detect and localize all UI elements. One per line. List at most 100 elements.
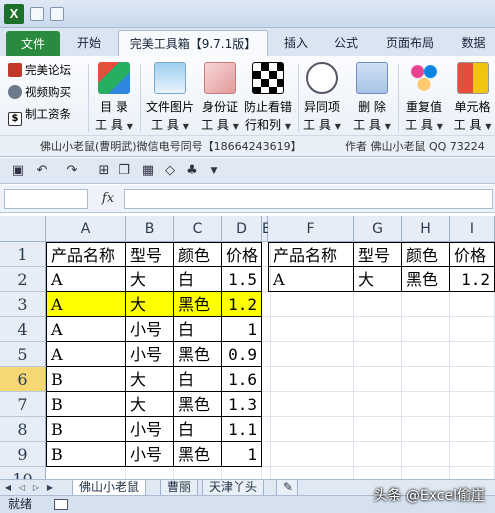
table-cell[interactable]: B [46,417,126,442]
grid-cell[interactable] [354,442,402,467]
table-cell[interactable]: 1 [222,317,262,342]
column-header-g[interactable]: G [354,216,402,242]
table-header-cell[interactable]: 产品名称 [46,242,126,267]
row-header-8[interactable]: 8 [0,417,46,442]
customize-qat-icon[interactable]: ▼ [206,163,222,179]
table-header-cell[interactable]: 颜色 [402,242,450,267]
row-header-1[interactable]: 1 [0,242,46,267]
table-cell[interactable]: 大 [126,292,174,317]
table-cell[interactable]: 1.3 [222,392,262,417]
worksheet-grid[interactable]: ABCDEFGHI12345678910产品名称型号颜色价格A大白1.5A大黑色… [0,216,495,492]
table-cell[interactable]: 白 [174,317,222,342]
row-column-guard-button[interactable]: 防止看错 行和列 ▼ [242,60,294,134]
select-all-corner[interactable] [0,216,46,242]
table-cell[interactable]: 大 [354,267,402,292]
table-header-cell[interactable]: 价格 [450,242,495,267]
forum-button[interactable]: 完美论坛 [8,60,71,80]
first-sheet-icon[interactable]: ◀ [2,482,14,494]
cell-tool-button[interactable]: 单元格 工 具 ▼ [450,60,495,134]
grid-cell[interactable] [268,292,354,317]
column-header-f[interactable]: F [268,216,354,242]
payslip-button[interactable]: $ 制工资条 [8,104,71,126]
table-cell[interactable]: B [46,392,126,417]
table-cell[interactable]: 1.1 [222,417,262,442]
table-header-cell[interactable]: 型号 [126,242,174,267]
insert-function-button[interactable]: fx [96,189,120,209]
row-header-9[interactable]: 9 [0,442,46,467]
eraser-icon[interactable]: ◇ [162,163,178,179]
grid-cell[interactable] [450,417,495,442]
grid-cell[interactable] [450,317,495,342]
grid-cell[interactable] [268,317,354,342]
duplicate-tool-button[interactable]: 重复值 工 具 ▼ [402,60,446,134]
column-header-a[interactable]: A [46,216,126,242]
undo-icon[interactable] [50,7,64,21]
select-shapes-icon[interactable]: ♣ [184,163,200,179]
grid-cell[interactable] [354,392,402,417]
toc-tool-button[interactable]: 目 录 工 具 ▼ [92,60,136,134]
grid-cell[interactable] [354,367,402,392]
sheet-tab-2[interactable]: 曹丽 [160,480,199,496]
grid-cell[interactable] [402,417,450,442]
redo-icon[interactable]: ↷ [64,163,80,179]
grid-cell[interactable] [354,292,402,317]
table-cell[interactable]: 大 [126,267,174,292]
grid-cell[interactable] [354,317,402,342]
table-cell[interactable]: 大 [126,367,174,392]
table-cell[interactable]: 黑色 [174,442,222,467]
grid-cell[interactable] [268,367,354,392]
table-cell[interactable]: 1.2 [450,267,495,292]
macro-record-icon[interactable] [54,499,68,510]
grid-cell[interactable] [268,342,354,367]
grid-cell[interactable] [268,417,354,442]
grid-cell[interactable] [402,392,450,417]
grid-cell[interactable] [450,442,495,467]
row-header-3[interactable]: 3 [0,292,46,317]
column-header-i[interactable]: I [450,216,495,242]
delete-tool-button[interactable]: 删 除 工 具 ▼ [350,60,394,134]
grid-cell[interactable] [354,417,402,442]
prev-sheet-icon[interactable]: ◁ [16,482,28,494]
grid-cell[interactable] [402,292,450,317]
table-cell[interactable]: 1 [222,442,262,467]
save-icon[interactable] [30,7,44,21]
table-cell[interactable]: 1.6 [222,367,262,392]
format-painter-icon[interactable]: ▦ [140,163,156,179]
excel-logo-icon[interactable]: X [4,4,24,24]
grid-cell[interactable] [450,392,495,417]
tab-perfect-toolbox[interactable]: 完美工具箱【9.7.1版】 [118,30,268,56]
id-card-tool-button[interactable]: 身份证 工 具 ▼ [198,60,242,134]
column-header-h[interactable]: H [402,216,450,242]
undo-icon[interactable]: ↶ [34,163,50,179]
tab-file[interactable]: 文件 [6,31,60,56]
table-cell[interactable]: 白 [174,367,222,392]
sheet-tab-3[interactable]: 天津丫头 [202,480,265,496]
table-header-cell[interactable]: 型号 [354,242,402,267]
tab-page-layout[interactable]: 页面布局 [374,30,446,56]
formula-input[interactable] [124,189,493,209]
grid-cell[interactable] [402,442,450,467]
new-sheet-icon[interactable]: ✎ [276,480,298,496]
sheet-tab-1[interactable]: 佛山小老鼠 [72,480,147,496]
tab-insert[interactable]: 插入 [274,30,318,56]
video-purchase-button[interactable]: 视频购买 [8,82,71,102]
table-cell[interactable]: 0.9 [222,342,262,367]
file-image-tool-button[interactable]: 文件图片 工 具 ▼ [144,60,196,134]
row-header-4[interactable]: 4 [0,317,46,342]
grid-cell[interactable] [268,442,354,467]
column-header-c[interactable]: C [174,216,222,242]
grid-cell[interactable] [402,317,450,342]
column-header-b[interactable]: B [126,216,174,242]
last-sheet-icon[interactable]: ▶ [44,482,56,494]
table-header-cell[interactable]: 颜色 [174,242,222,267]
table-cell[interactable]: 黑色 [174,292,222,317]
table-cell[interactable]: 白 [174,417,222,442]
table-cell[interactable]: B [46,367,126,392]
grid-cell[interactable] [354,342,402,367]
grid-cell[interactable] [402,342,450,367]
table-cell[interactable]: A [46,292,126,317]
tab-data[interactable]: 数据 [452,30,495,56]
table-cell[interactable]: 1.2 [222,292,262,317]
table-cell[interactable]: 小号 [126,317,174,342]
table-cell[interactable]: A [268,267,354,292]
